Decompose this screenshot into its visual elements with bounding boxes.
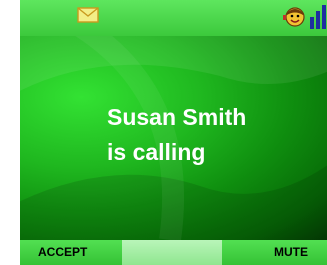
incoming-call-area: Susan Smith is calling xyxy=(20,36,327,240)
caller-name: Susan Smith xyxy=(107,104,247,130)
softkey-bar: ACCEPT MUTE xyxy=(20,240,327,265)
mute-label: MUTE xyxy=(274,245,308,259)
signal-bars-icon xyxy=(310,5,326,29)
status-bar xyxy=(20,0,327,36)
phone-screen: Susan Smith is calling ACCEPT MUTE xyxy=(20,0,327,265)
mute-button[interactable]: MUTE xyxy=(222,240,327,265)
face-icon xyxy=(283,7,305,27)
calling-status: is calling xyxy=(107,139,206,165)
accept-label: ACCEPT xyxy=(38,245,88,259)
envelope-icon xyxy=(77,7,99,23)
accept-button[interactable]: ACCEPT xyxy=(20,240,122,265)
center-softkey[interactable] xyxy=(122,240,222,265)
